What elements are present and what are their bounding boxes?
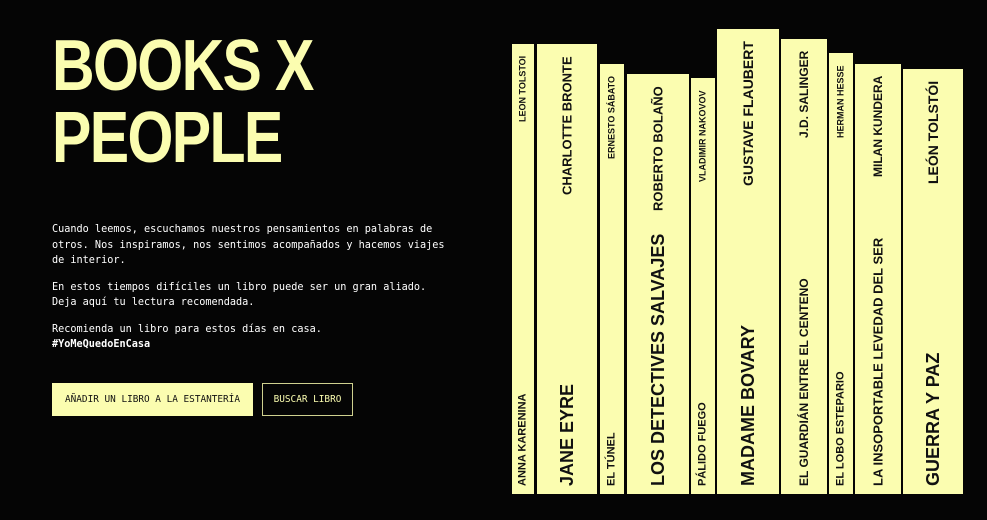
book-title: ANNA KARENINA (516, 393, 529, 486)
intro-paragraph-2: En estos tiempos difíciles un libro pued… (52, 281, 427, 309)
book-spine[interactable]: LOS DETECTIVES SALVAJES ROBERTO BOLAÑO (625, 72, 691, 496)
book-spine[interactable]: GUERRA Y PAZ LEÓN TOLSTÓI (901, 67, 965, 496)
book-author: GUSTAVE FLAUBERT (740, 41, 756, 186)
book-spine[interactable]: EL TÚNEL ERNESTO SÁBATO (598, 62, 626, 496)
book-spine[interactable]: JANE EYRE CHARLOTTE BRONTE (535, 42, 599, 496)
book-title: EL LOBO ESTEPARIO (834, 371, 847, 487)
hashtag: #YoMeQuedoEnCasa (52, 339, 151, 350)
book-title: EL GUARDIÁN ENTRE EL CENTENO (797, 278, 811, 486)
book-title: EL TÚNEL (605, 432, 618, 486)
book-spine[interactable]: EL GUARDIÁN ENTRE EL CENTENO J.D. SALING… (779, 37, 829, 496)
book-author: ERNESTO SÁBATO (606, 75, 617, 159)
book-author: HERMAN HESSE (835, 65, 846, 138)
book-author: CHARLOTTE BRONTE (559, 56, 575, 195)
book-spine[interactable]: EL LOBO ESTEPARIO HERMAN HESSE (827, 51, 855, 496)
book-spine[interactable]: MADAME BOVARY GUSTAVE FLAUBERT (715, 27, 781, 496)
book-author: ROBERTO BOLAÑO (650, 86, 666, 211)
book-author: LEON TOLSTOI (517, 55, 528, 122)
site-title-line-2: PEOPLE (52, 98, 283, 178)
search-book-button[interactable]: BUSCAR LIBRO (262, 383, 353, 416)
recommend-text: Recomienda un libro para estos días en c… (52, 323, 322, 335)
add-book-button[interactable]: AÑADIR UN LIBRO A LA ESTANTERÍA (52, 383, 253, 416)
book-author: LEÓN TOLSTÓI (925, 80, 941, 184)
book-title: GUERRA Y PAZ (923, 352, 943, 486)
intro-paragraph-1: Cuando leemos, escuchamos nuestros pensa… (52, 224, 445, 266)
book-author: J.D. SALINGER (797, 50, 811, 138)
book-author: VLADIMIR NAKOVOV (697, 90, 708, 182)
book-title: LA INSOPORTABLE LEVEDAD DEL SER (870, 237, 886, 486)
book-title: LOS DETECTIVES SALVAJES (648, 233, 668, 486)
book-author: MILAN KUNDERA (871, 75, 885, 177)
book-spine[interactable]: LA INSOPORTABLE LEVEDAD DEL SER MILAN KU… (853, 62, 903, 496)
book-title: JANE EYRE (557, 383, 577, 486)
book-title: PÁLIDO FUEGO (696, 402, 709, 486)
book-spine[interactable]: ANNA KARENINA LEON TOLSTOI (510, 42, 536, 496)
intro-paragraph-3: Recomienda un libro para estos días en c… (52, 322, 452, 353)
site-title: BOOKS X PEOPLE (52, 26, 314, 178)
intro-text: Cuando leemos, escuchamos nuestros pensa… (52, 222, 452, 364)
site-title-line-1: BOOKS X (52, 26, 314, 106)
book-title: MADAME BOVARY (738, 325, 758, 486)
book-spine[interactable]: PÁLIDO FUEGO VLADIMIR NAKOVOV (689, 76, 717, 496)
